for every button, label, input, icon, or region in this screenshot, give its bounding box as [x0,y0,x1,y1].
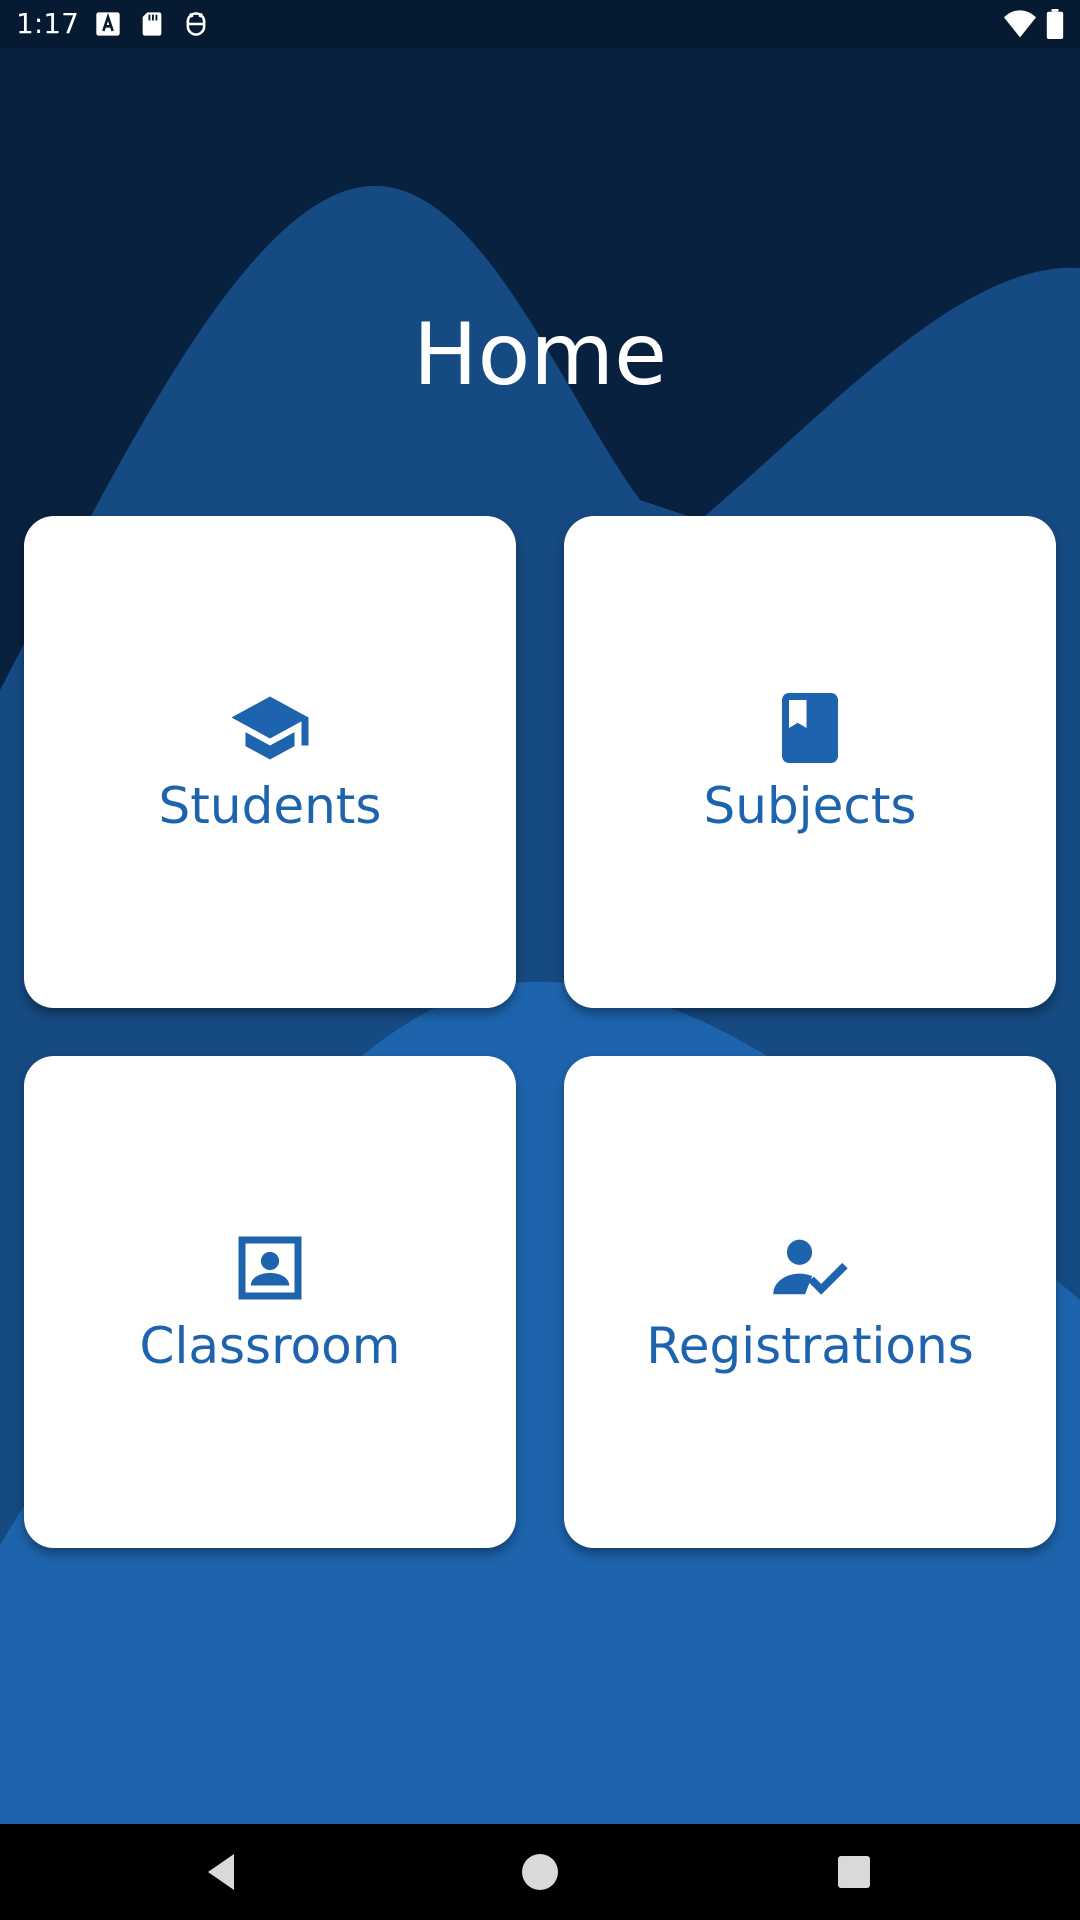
classroom-card[interactable]: Classroom [24,1056,516,1548]
status-bar: 1:17 [0,0,1080,48]
subjects-card[interactable]: Subjects [564,516,1056,1008]
battery-icon [1046,9,1064,39]
home-icon[interactable] [516,1848,564,1896]
navigation-bar [0,1824,1080,1920]
text-a-notification-icon [96,12,120,36]
home-screen: 1:17 Home Students Subjects Classroom Re… [0,0,1080,1920]
person-check-icon [773,1239,848,1295]
wifi-icon [1004,10,1036,38]
recents-icon[interactable] [830,1848,878,1896]
portrait-contact-icon [238,1236,302,1300]
status-time: 1:17 [16,7,79,40]
book-icon [782,693,838,763]
graduation-cap-icon [231,696,309,760]
registrations-card[interactable]: Registrations [564,1056,1056,1548]
registrations-label: Registrations [646,1317,974,1375]
classroom-label: Classroom [139,1317,401,1375]
back-icon[interactable] [198,1848,246,1896]
robot-notification-icon [186,12,206,36]
students-label: Students [158,777,382,835]
students-card[interactable]: Students [24,516,516,1008]
subjects-label: Subjects [703,777,917,835]
sd-card-icon [142,12,162,36]
page-title: Home [413,305,667,405]
